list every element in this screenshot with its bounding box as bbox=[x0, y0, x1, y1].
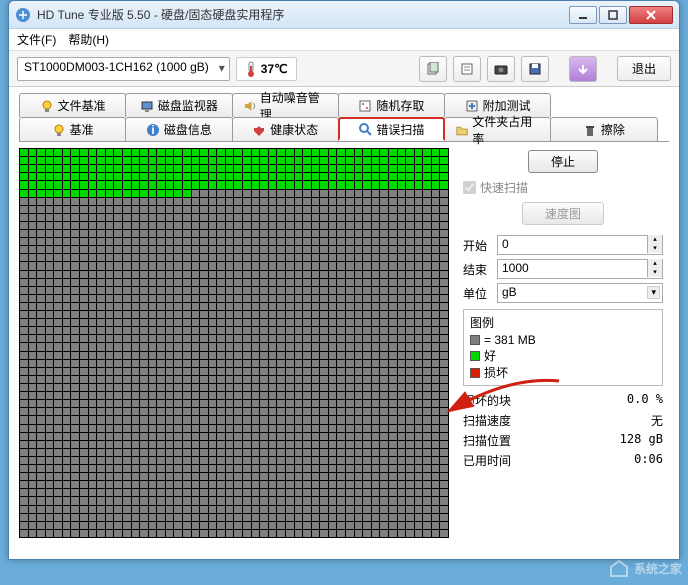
side-panel: 停止 快速扫描 速度图 开始0 结束1000 单位gB 图例 = 381 MB … bbox=[457, 148, 669, 554]
svg-text:i: i bbox=[151, 123, 154, 137]
legend-block-icon bbox=[470, 335, 480, 345]
copy-info-button[interactable] bbox=[453, 56, 481, 82]
drive-select[interactable]: ST1000DM003-1CH162 (1000 gB) bbox=[17, 57, 230, 81]
tabs: 文件基准磁盘监视器自动噪音管理随机存取附加测试 基准i磁盘信息健康状态错误扫描文… bbox=[19, 93, 669, 142]
tab-文件夹占用率[interactable]: 文件夹占用率 bbox=[444, 117, 551, 141]
legend-bad-icon bbox=[470, 368, 480, 378]
tab-自动噪音管理[interactable]: 自动噪音管理 bbox=[232, 93, 339, 117]
menu-file[interactable]: 文件(F) bbox=[17, 31, 56, 48]
stop-button[interactable]: 停止 bbox=[528, 150, 598, 173]
legend-box: 图例 = 381 MB 好 损坏 bbox=[463, 309, 663, 386]
menu-help[interactable]: 帮助(H) bbox=[68, 31, 109, 48]
minimize-button[interactable] bbox=[569, 6, 597, 24]
watermark: 系统之家 bbox=[608, 557, 682, 579]
tab-随机存取[interactable]: 随机存取 bbox=[338, 93, 445, 117]
titlebar: HD Tune 专业版 5.50 - 硬盘/固态硬盘实用程序 bbox=[9, 1, 679, 29]
save-button[interactable] bbox=[521, 56, 549, 82]
tab-文件基准[interactable]: 文件基准 bbox=[19, 93, 126, 117]
end-input[interactable]: 1000 bbox=[497, 259, 663, 279]
close-button[interactable] bbox=[629, 6, 673, 24]
quick-scan-checkbox[interactable] bbox=[463, 181, 476, 194]
options-button[interactable] bbox=[569, 56, 597, 82]
toolbar: ST1000DM003-1CH162 (1000 gB) 37℃ 退出 bbox=[9, 51, 679, 87]
temperature-display: 37℃ bbox=[236, 57, 297, 81]
tab-磁盘信息[interactable]: i磁盘信息 bbox=[125, 117, 232, 141]
maximize-button[interactable] bbox=[599, 6, 627, 24]
legend-ok-icon bbox=[470, 351, 480, 361]
menubar: 文件(F) 帮助(H) bbox=[9, 29, 679, 51]
thermometer-icon bbox=[245, 60, 257, 78]
app-icon bbox=[15, 7, 31, 23]
unit-select[interactable]: gB bbox=[497, 283, 663, 303]
tab-擦除[interactable]: 擦除 bbox=[550, 117, 657, 141]
tab-基准[interactable]: 基准 bbox=[19, 117, 126, 141]
scan-grid bbox=[19, 148, 449, 538]
start-input[interactable]: 0 bbox=[497, 235, 663, 255]
speedmap-button: 速度图 bbox=[522, 202, 604, 225]
tab-健康状态[interactable]: 健康状态 bbox=[232, 117, 339, 141]
stats: 损坏的块0.0 % 扫描速度无 扫描位置128 gB 已用时间0:06 bbox=[463, 392, 663, 469]
exit-button[interactable]: 退出 bbox=[617, 56, 671, 81]
tab-磁盘监视器[interactable]: 磁盘监视器 bbox=[125, 93, 232, 117]
window-title: HD Tune 专业版 5.50 - 硬盘/固态硬盘实用程序 bbox=[37, 6, 569, 23]
copy-text-button[interactable] bbox=[419, 56, 447, 82]
screenshot-button[interactable] bbox=[487, 56, 515, 82]
tab-错误扫描[interactable]: 错误扫描 bbox=[338, 117, 445, 141]
